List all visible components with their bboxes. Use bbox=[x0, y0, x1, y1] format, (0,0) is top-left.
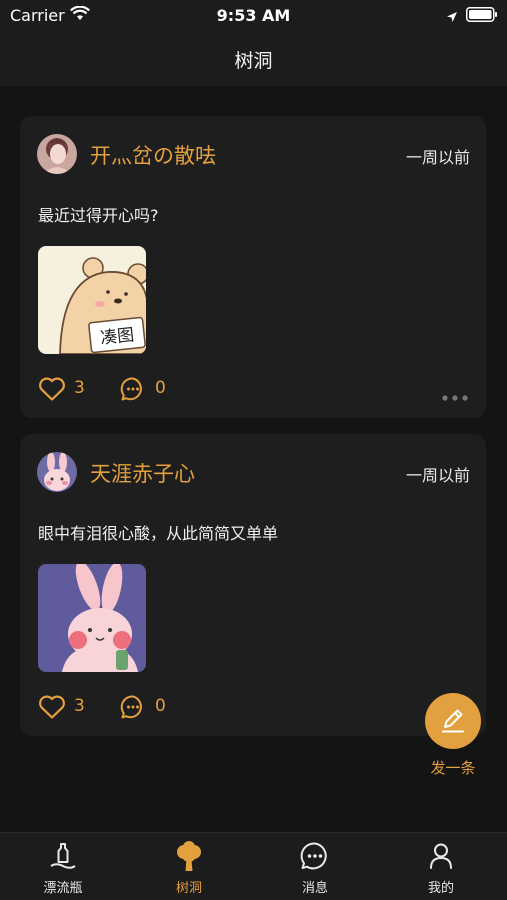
heart-icon[interactable] bbox=[38, 376, 66, 406]
message-icon bbox=[300, 841, 330, 875]
status-bar: Carrier 9:53 AM bbox=[0, 0, 507, 30]
battery-icon bbox=[466, 7, 498, 26]
more-options-icon[interactable] bbox=[442, 386, 468, 405]
post-image[interactable]: 凑图 bbox=[38, 246, 146, 354]
post-time: 一周以前 bbox=[405, 148, 470, 167]
comment-icon[interactable] bbox=[120, 694, 146, 724]
tab-profile[interactable]: 我的 bbox=[378, 833, 504, 900]
image-caption: 凑图 bbox=[99, 325, 135, 348]
navigation-bar: 树洞 bbox=[0, 30, 507, 86]
username[interactable]: 天涯赤子心 bbox=[90, 458, 195, 488]
tab-label: 消息 bbox=[301, 881, 328, 896]
comment-count: 0 bbox=[155, 378, 166, 398]
post-text: 最近过得开心吗? bbox=[38, 206, 159, 225]
post-image[interactable] bbox=[38, 564, 146, 672]
tab-bar: 漂流瓶 树洞 消息 我的 bbox=[0, 832, 507, 900]
location-arrow-icon bbox=[446, 8, 458, 27]
bottle-icon bbox=[48, 841, 78, 875]
like-count: 3 bbox=[74, 696, 85, 716]
tab-messages[interactable]: 消息 bbox=[252, 833, 378, 900]
post-text: 眼中有泪很心酸，从此简简又单单 bbox=[38, 524, 279, 543]
clock: 9:53 AM bbox=[216, 6, 291, 25]
like-count: 3 bbox=[74, 378, 85, 398]
tab-label: 我的 bbox=[427, 881, 454, 896]
new-post-button[interactable] bbox=[425, 693, 481, 749]
pencil-icon bbox=[442, 709, 464, 733]
tab-treehole[interactable]: 树洞 bbox=[126, 833, 252, 900]
heart-icon[interactable] bbox=[38, 694, 66, 724]
page-title: 树洞 bbox=[234, 50, 273, 72]
tab-bottle[interactable]: 漂流瓶 bbox=[0, 833, 126, 900]
post-time: 一周以前 bbox=[405, 466, 470, 485]
tab-label: 漂流瓶 bbox=[43, 881, 83, 896]
profile-icon bbox=[426, 841, 456, 875]
post-card[interactable]: 开灬岔の散呿 一周以前 最近过得开心吗? 凑图 3 0 bbox=[20, 116, 486, 418]
avatar[interactable] bbox=[37, 452, 77, 492]
comment-count: 0 bbox=[155, 696, 166, 716]
tree-icon bbox=[174, 841, 204, 877]
avatar[interactable] bbox=[37, 134, 77, 174]
post-card[interactable]: 天涯赤子心 一周以前 眼中有泪很心酸，从此简简又单单 3 0 bbox=[20, 434, 486, 736]
tab-label: 树洞 bbox=[175, 881, 202, 896]
username[interactable]: 开灬岔の散呿 bbox=[90, 140, 216, 170]
comment-icon[interactable] bbox=[120, 376, 146, 406]
new-post-label[interactable]: 发一条 bbox=[420, 757, 486, 778]
